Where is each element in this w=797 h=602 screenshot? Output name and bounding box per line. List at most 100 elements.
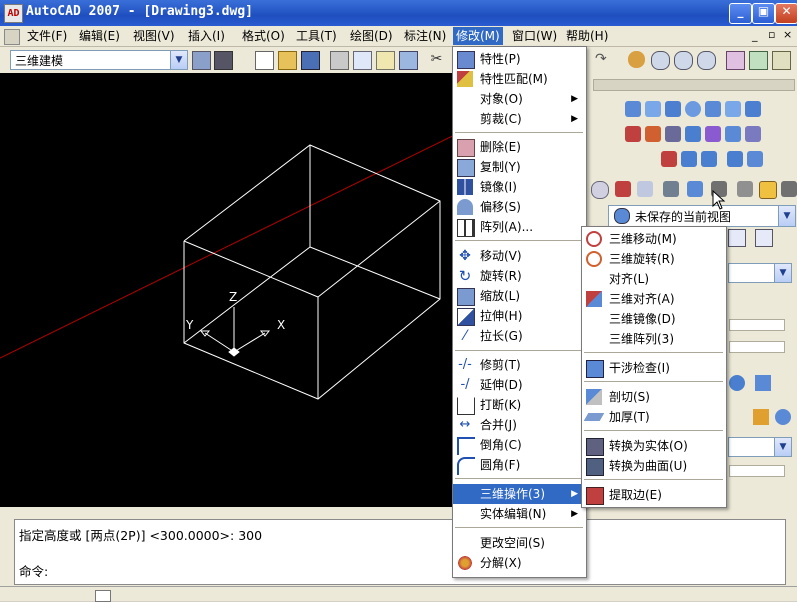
plot-preview-icon[interactable]	[353, 51, 372, 70]
menu-item-object[interactable]: 对象(O) ▶	[453, 89, 586, 109]
zoom-window-icon[interactable]	[674, 51, 693, 70]
menu-item-mirror[interactable]: 镜像(I)	[453, 177, 586, 197]
menu-item-lengthen[interactable]: ⁄ 拉长(G)	[453, 326, 586, 346]
menu-item-convert-to-solid[interactable]: 转换为实体(O)	[582, 436, 726, 456]
menu-dimension[interactable]: 标注(N)	[401, 27, 449, 45]
menu-item-3d-array[interactable]: 三维阵列(3)	[582, 329, 726, 349]
menu-item-change-space[interactable]: 更改空间(S)	[453, 533, 586, 553]
zoom-realtime-icon[interactable]	[651, 51, 670, 70]
menu-item-extend[interactable]: -/ 延伸(D)	[453, 375, 586, 395]
cylinder-icon[interactable]	[705, 101, 721, 117]
close-button[interactable]: ✕	[775, 3, 797, 24]
revolve-icon[interactable]	[725, 126, 741, 142]
render-icon[interactable]	[729, 375, 745, 391]
menu-item-clip[interactable]: 剪裁(C) ▶	[453, 109, 586, 129]
workspace-save-icon[interactable]	[214, 51, 233, 70]
menu-item-3d-align[interactable]: 三维对齐(A)	[582, 289, 726, 309]
menu-item-solid-editing[interactable]: 实体编辑(N) ▶	[453, 504, 586, 524]
camera-icon[interactable]	[687, 181, 703, 197]
restore-button[interactable]: ▣	[752, 3, 775, 24]
open-file-icon[interactable]	[278, 51, 297, 70]
menu-insert[interactable]: 插入(I)	[185, 27, 228, 45]
menu-item-fillet[interactable]: 圆角(F)	[453, 455, 586, 475]
menu-draw[interactable]: 绘图(D)	[347, 27, 396, 45]
orbit-icon[interactable]	[591, 181, 609, 199]
3d-pan-icon[interactable]	[615, 181, 631, 197]
visual-style-dropdown[interactable]: ▼	[728, 263, 792, 283]
new-file-icon[interactable]	[255, 51, 274, 70]
presspull-icon[interactable]	[685, 126, 701, 142]
menu-item-explode[interactable]: 分解(X)	[453, 553, 586, 573]
material-scale-field[interactable]	[729, 465, 785, 477]
mdi-close-button[interactable]: ×	[783, 28, 792, 41]
menu-item-chamfer[interactable]: 倒角(C)	[453, 435, 586, 455]
cone-icon[interactable]	[665, 101, 681, 117]
menu-edit[interactable]: 编辑(E)	[76, 27, 123, 45]
light-intensity-field[interactable]	[729, 319, 785, 331]
menu-item-3d-move[interactable]: 三维移动(M)	[582, 229, 726, 249]
menu-tools[interactable]: 工具(T)	[293, 27, 340, 45]
menu-item-interference[interactable]: 干涉检查(I)	[582, 358, 726, 378]
menu-file[interactable]: 文件(F)	[24, 27, 70, 45]
3d-rotate-gizmo-icon[interactable]	[645, 126, 661, 142]
menu-item-array[interactable]: 阵列(A)...	[453, 217, 586, 237]
render-settings-icon[interactable]	[755, 375, 771, 391]
walk-icon[interactable]	[663, 181, 679, 197]
menu-format[interactable]: 格式(O)	[239, 27, 288, 45]
materials-icon[interactable]	[753, 409, 769, 425]
menu-item-scale[interactable]: 缩放(L)	[453, 286, 586, 306]
sun-icon[interactable]	[755, 229, 773, 247]
menu-item-convert-to-surface[interactable]: 转换为曲面(U)	[582, 456, 726, 476]
menu-item-copy[interactable]: 复制(Y)	[453, 157, 586, 177]
minimize-button[interactable]: _	[729, 3, 752, 24]
menu-item-align[interactable]: 对齐(L)	[582, 269, 726, 289]
command-line-box[interactable]: 指定高度或 [两点(2P)] <300.0000>: 300 命令:	[14, 519, 786, 585]
menu-item-stretch[interactable]: 拉伸(H)	[453, 306, 586, 326]
design-center-icon[interactable]	[749, 51, 768, 70]
material-sphere-icon[interactable]	[775, 409, 791, 425]
redo-icon[interactable]: ↷	[595, 51, 612, 68]
mdi-minimize-button[interactable]: _	[752, 29, 758, 42]
wedge-icon[interactable]	[645, 101, 661, 117]
publish-icon[interactable]	[376, 51, 395, 70]
visual-style-icon[interactable]	[759, 181, 777, 199]
menu-item-3d-rotate[interactable]: 三维旋转(R)	[582, 249, 726, 269]
3d-move-gizmo-icon[interactable]	[625, 126, 641, 142]
torus-icon[interactable]	[745, 101, 761, 117]
chevron-down-icon[interactable]: ▼	[774, 264, 791, 282]
model-layout-tab[interactable]	[95, 590, 111, 602]
chevron-down-icon[interactable]: ▼	[778, 206, 795, 226]
menu-help[interactable]: 帮助(H)	[563, 27, 611, 45]
light-icon[interactable]	[728, 229, 746, 247]
mdi-restore-button[interactable]: ▫	[768, 28, 775, 41]
menu-item-match-properties[interactable]: 特性匹配(M)	[453, 69, 586, 89]
loft-icon[interactable]	[745, 126, 761, 142]
menu-item-erase[interactable]: 删除(E)	[453, 137, 586, 157]
menu-item-break[interactable]: 打断(K)	[453, 395, 586, 415]
document-icon[interactable]	[4, 29, 20, 45]
menu-item-move[interactable]: ✥ 移动(V)	[453, 246, 586, 266]
union-icon[interactable]	[661, 151, 677, 167]
sphere-icon[interactable]	[685, 101, 701, 117]
menu-item-trim[interactable]: -/- 修剪(T)	[453, 355, 586, 375]
workspace-dropdown[interactable]: 三维建模 ▼	[10, 50, 188, 70]
menu-item-offset[interactable]: 偏移(S)	[453, 197, 586, 217]
save-icon[interactable]	[301, 51, 320, 70]
menu-item-3d-mirror[interactable]: 三维镜像(D)	[582, 309, 726, 329]
tool-palettes-icon[interactable]	[772, 51, 791, 70]
menu-item-3d-operations[interactable]: 三维操作(3) ▶	[453, 484, 586, 504]
box-primitive-icon[interactable]	[625, 101, 641, 117]
chevron-down-icon[interactable]: ▼	[774, 438, 791, 456]
solid-edit-icon[interactable]	[747, 151, 763, 167]
pyramid-icon[interactable]	[725, 101, 741, 117]
projection-icon[interactable]	[781, 181, 797, 197]
panel-slider[interactable]	[593, 79, 795, 91]
sweep-icon[interactable]	[705, 126, 721, 142]
publish-web-icon[interactable]	[399, 51, 418, 70]
print-icon[interactable]	[330, 51, 349, 70]
menu-item-slice[interactable]: 剖切(S)	[582, 387, 726, 407]
named-view-dropdown[interactable]: 未保存的当前视图 ▼	[608, 205, 796, 227]
3d-zoom-icon[interactable]	[637, 181, 653, 197]
subtract-icon[interactable]	[681, 151, 697, 167]
light-contrast-field[interactable]	[729, 341, 785, 353]
